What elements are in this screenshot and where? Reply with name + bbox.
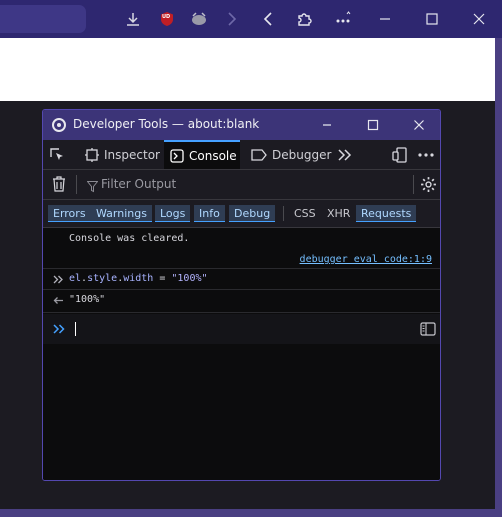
window-border-right	[495, 38, 502, 517]
message-separator	[43, 268, 440, 269]
editor-mode-toggle-icon[interactable]	[420, 322, 436, 339]
console-output: Console was cleared. debugger eval code:…	[43, 228, 440, 480]
log-level-filters: Errors Warnings Logs Info Debug CSS XHR …	[43, 200, 440, 228]
filter-separator	[76, 175, 77, 194]
ublock-badge: UD	[162, 14, 171, 20]
devtools-title: Developer Tools — about:blank	[73, 117, 260, 131]
inspector-icon	[85, 147, 99, 162]
debugger-icon	[251, 148, 267, 162]
devtools-menu-icon[interactable]	[418, 140, 436, 169]
console-cleared-message: Console was cleared.	[69, 233, 190, 244]
ublock-icon[interactable]: UD	[157, 9, 177, 29]
devtools-close-icon[interactable]	[407, 114, 431, 136]
tab-debugger[interactable]: Debugger	[249, 140, 331, 169]
devtools-window: Developer Tools — about:blank Inspector …	[42, 109, 441, 481]
forward-chevron-icon[interactable]	[222, 9, 242, 29]
text-cursor	[75, 322, 76, 336]
firefox-devtools-icon	[52, 118, 66, 132]
url-bar[interactable]	[0, 5, 86, 33]
prompt-chevron-icon	[53, 324, 66, 337]
tab-console-label: Console	[189, 148, 237, 163]
devtools-titlebar: Developer Tools — about:blank	[43, 110, 440, 140]
back-chevron-icon[interactable]	[258, 9, 278, 29]
maximize-icon[interactable]	[422, 9, 442, 29]
trash-icon[interactable]	[52, 176, 66, 196]
message-separator	[43, 312, 440, 313]
settings-gear-icon[interactable]	[420, 176, 437, 197]
console-prompt-row[interactable]	[43, 314, 440, 344]
console-icon	[170, 148, 184, 163]
tab-inspector-label: Inspector	[104, 147, 160, 162]
filter-css[interactable]: CSS	[289, 205, 321, 222]
output-value: "100%"	[69, 294, 106, 305]
filter-separator-right	[413, 175, 414, 194]
responsive-design-icon[interactable]	[392, 140, 410, 169]
filter-requests[interactable]: Requests	[356, 205, 417, 222]
devtools-maximize-icon[interactable]	[361, 114, 385, 136]
console-filter-bar: Filter Output	[43, 170, 440, 200]
extension-icon[interactable]	[189, 9, 209, 29]
window-border-bottom	[0, 509, 502, 517]
source-link[interactable]: debugger eval code:1:9	[300, 254, 432, 265]
console-cleared-source: debugger eval code:1:9	[43, 254, 440, 265]
levels-separator	[283, 206, 284, 221]
result-arrow-icon	[53, 296, 64, 308]
filter-debug[interactable]: Debug	[229, 205, 276, 222]
input-expression: el.style.width = "100%"	[69, 273, 208, 284]
filter-xhr[interactable]: XHR	[322, 205, 355, 222]
more-tabs-chevron-icon[interactable]	[338, 140, 356, 169]
minimize-icon[interactable]	[375, 9, 395, 29]
devtools-minimize-icon[interactable]	[315, 114, 339, 136]
filter-warnings[interactable]: Warnings	[91, 205, 152, 222]
filter-funnel-icon	[86, 178, 99, 197]
filter-info[interactable]: Info	[194, 205, 225, 222]
devtools-tab-bar: Inspector Console Debugger	[43, 140, 440, 170]
tab-inspector[interactable]: Inspector	[79, 140, 160, 169]
tab-console[interactable]: Console	[164, 140, 240, 169]
extensions-puzzle-icon[interactable]	[294, 9, 314, 29]
input-prompt-icon	[53, 275, 64, 287]
tab-debugger-label: Debugger	[272, 147, 332, 162]
message-separator	[43, 289, 440, 290]
browser-toolbar: UD	[0, 0, 502, 38]
download-icon[interactable]	[123, 9, 143, 29]
filter-errors[interactable]: Errors	[48, 205, 91, 222]
filter-output-input[interactable]: Filter Output	[101, 177, 176, 191]
filter-logs[interactable]: Logs	[155, 205, 191, 222]
close-icon[interactable]	[469, 9, 489, 29]
element-picker-icon[interactable]	[49, 140, 69, 169]
more-icon[interactable]	[333, 9, 353, 29]
page-content-white	[0, 38, 495, 101]
